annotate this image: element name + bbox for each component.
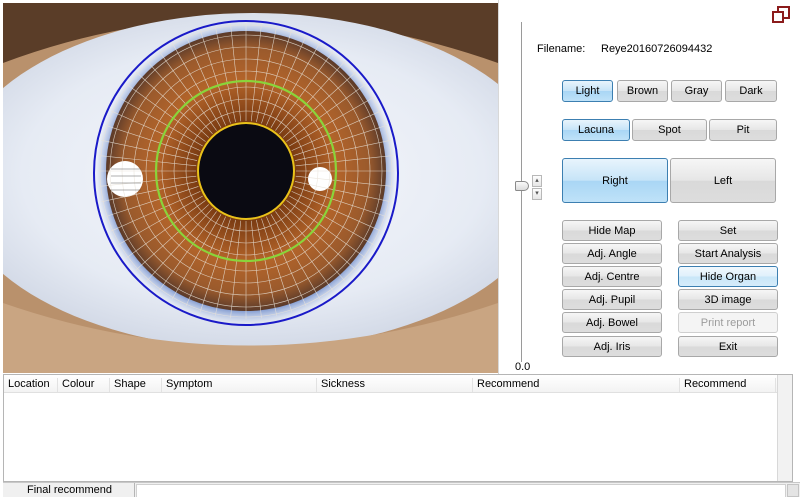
table-scrollbar[interactable]: [777, 375, 792, 481]
column-header-recommend[interactable]: Recommend: [473, 378, 680, 392]
pupil: [199, 124, 293, 218]
adj-iris-button[interactable]: Adj. Iris: [562, 336, 662, 357]
color-gray-button[interactable]: Gray: [671, 80, 722, 102]
findings-table: Location Colour Shape Symptom Sickness Recomm…: [3, 374, 793, 482]
control-panel: Filename: Reye20160726094432 ▴ ▾ 0.0 Lig…: [498, 0, 800, 374]
zoom-slider-thumb[interactable]: [515, 181, 529, 191]
mark-spot-button[interactable]: Spot: [632, 119, 707, 141]
zoom-slider-track[interactable]: [521, 22, 522, 362]
column-header-shape[interactable]: Shape: [110, 378, 162, 392]
filename-value: Reye20160726094432: [601, 43, 713, 55]
findings-table-header: Location Colour Shape Symptom Sickness Recomm…: [4, 375, 792, 393]
column-header-symptom[interactable]: Symptom: [162, 378, 317, 392]
restore-window-icon[interactable]: [771, 5, 791, 25]
filename-label: Filename:: [537, 43, 586, 55]
footer-scroll-handle[interactable]: [787, 484, 799, 497]
3d-image-button[interactable]: 3D image: [678, 289, 778, 310]
hide-map-button[interactable]: Hide Map: [562, 220, 662, 241]
hide-organ-button[interactable]: Hide Organ: [678, 266, 778, 287]
footer-bar: Final recommend: [3, 482, 800, 497]
column-header-location[interactable]: Location: [4, 378, 58, 392]
eye-left-button[interactable]: Left: [670, 158, 776, 203]
column-header-colour[interactable]: Colour: [58, 378, 110, 392]
adj-centre-button[interactable]: Adj. Centre: [562, 266, 662, 287]
spin-down-icon[interactable]: ▾: [532, 188, 542, 200]
column-header-sickness[interactable]: Sickness: [317, 378, 473, 392]
final-recommend-tab[interactable]: Final recommend: [3, 483, 135, 497]
print-report-button: Print report: [678, 312, 778, 333]
slider-value: 0.0: [515, 361, 531, 373]
set-button[interactable]: Set: [678, 220, 778, 241]
mark-pit-button[interactable]: Pit: [709, 119, 777, 141]
light-reflection-left: [107, 161, 143, 197]
eye-right-button[interactable]: Right: [562, 158, 668, 203]
adj-pupil-button[interactable]: Adj. Pupil: [562, 289, 662, 310]
start-analysis-button[interactable]: Start Analysis: [678, 243, 778, 264]
color-dark-button[interactable]: Dark: [725, 80, 777, 102]
mark-lacuna-button[interactable]: Lacuna: [562, 119, 630, 141]
iris-analysis-window: Filename: Reye20160726094432 ▴ ▾ 0.0 Lig…: [0, 0, 800, 497]
color-brown-button[interactable]: Brown: [617, 80, 668, 102]
adj-bowel-button[interactable]: Adj. Bowel: [562, 312, 662, 333]
iris-map-overlay: [3, 3, 498, 373]
adj-angle-button[interactable]: Adj. Angle: [562, 243, 662, 264]
spin-up-icon[interactable]: ▴: [532, 175, 542, 187]
final-recommend-field[interactable]: [136, 484, 786, 497]
color-light-button[interactable]: Light: [562, 80, 613, 102]
eye-image-view[interactable]: [3, 3, 498, 373]
exit-button[interactable]: Exit: [678, 336, 778, 357]
column-header-recommend-2[interactable]: Recommend: [680, 378, 776, 392]
